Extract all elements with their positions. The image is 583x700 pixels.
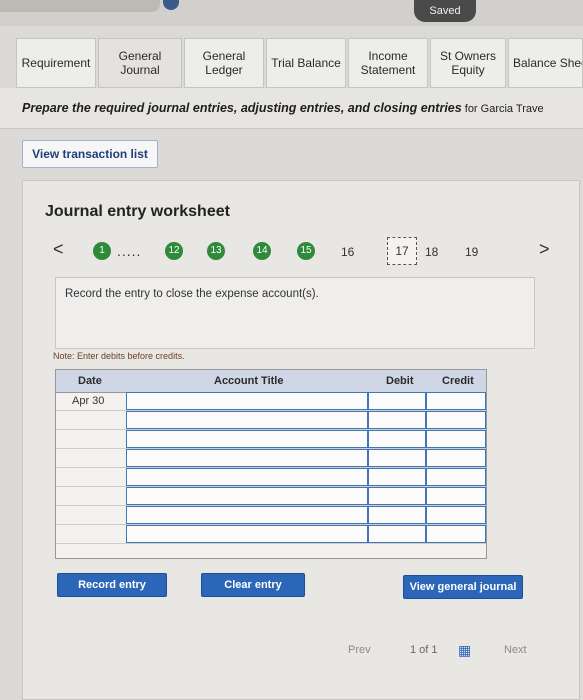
account-title-input[interactable] [126, 392, 368, 410]
credit-input[interactable] [426, 525, 486, 543]
account-title-input[interactable] [126, 525, 368, 543]
table-row [56, 468, 486, 487]
credit-input[interactable] [426, 430, 486, 448]
credit-input[interactable] [426, 392, 486, 410]
journal-entry-worksheet-panel: Journal entry worksheet < 1 ..... 12 13 … [22, 180, 580, 700]
debit-input[interactable] [368, 449, 426, 467]
grid-icon[interactable]: ▦ [458, 642, 471, 659]
page-title-stub [0, 0, 160, 12]
credit-header: Credit [442, 375, 474, 387]
credit-input[interactable] [426, 487, 486, 505]
credit-input[interactable] [426, 411, 486, 429]
account-title-header: Account Title [214, 375, 284, 387]
account-title-input[interactable] [126, 487, 368, 505]
clear-entry-button[interactable]: Clear entry [201, 573, 305, 597]
instruction-text: Prepare the required journal entries, ad… [22, 101, 462, 115]
debit-input[interactable] [368, 487, 426, 505]
table-row: Apr 30 [56, 392, 486, 411]
date-cell[interactable] [56, 449, 126, 467]
date-cell[interactable] [56, 468, 126, 486]
debit-input[interactable] [368, 430, 426, 448]
account-title-input[interactable] [126, 506, 368, 524]
journal-entry-table: Date Account Title Debit Credit Apr 30 [55, 369, 487, 559]
top-bar: Saved [0, 0, 583, 26]
view-transaction-list-button[interactable]: View transaction list [22, 140, 158, 168]
entry-step-14[interactable]: 14 [253, 242, 271, 260]
entry-step-16[interactable]: 16 [341, 245, 354, 259]
account-title-input[interactable] [126, 449, 368, 467]
instruction-banner: Prepare the required journal entries, ad… [0, 88, 583, 129]
record-entry-button[interactable]: Record entry [57, 573, 167, 597]
instruction-text-rest: for Garcia Trave [461, 103, 544, 115]
date-cell: Apr 30 [56, 392, 126, 410]
credit-input[interactable] [426, 468, 486, 486]
credit-input[interactable] [426, 506, 486, 524]
date-cell[interactable] [56, 525, 126, 543]
date-cell[interactable] [56, 506, 126, 524]
date-value: Apr 30 [72, 395, 105, 407]
date-cell[interactable] [56, 411, 126, 429]
account-title-input[interactable] [126, 411, 368, 429]
entry-step-15[interactable]: 15 [297, 242, 315, 260]
table-row [56, 449, 486, 468]
entry-step-18[interactable]: 18 [425, 245, 438, 259]
pager: Prev 1 of 1 ▦ Next [338, 640, 558, 662]
entry-step-12[interactable]: 12 [165, 242, 183, 260]
date-cell[interactable] [56, 487, 126, 505]
tab-st-owners-equity[interactable]: St Owners Equity [430, 38, 506, 88]
account-title-input[interactable] [126, 430, 368, 448]
debit-header: Debit [386, 375, 414, 387]
debit-input[interactable] [368, 392, 426, 410]
table-row [56, 430, 486, 449]
view-general-journal-button[interactable]: View general journal [403, 575, 523, 599]
entry-step-1[interactable]: 1 [93, 242, 111, 260]
tab-trial-balance[interactable]: Trial Balance [266, 38, 346, 88]
record-instruction-box: Record the entry to close the expense ac… [55, 277, 535, 349]
record-instruction-text: Record the entry to close the expense ac… [65, 288, 319, 300]
debit-input[interactable] [368, 468, 426, 486]
tab-requirement[interactable]: Requirement [16, 38, 96, 88]
account-title-input[interactable] [126, 468, 368, 486]
date-header: Date [78, 375, 102, 387]
tab-bar: Requirement General Journal General Ledg… [0, 38, 583, 88]
tab-income-statement[interactable]: Income Statement [348, 38, 428, 88]
entry-step-13[interactable]: 13 [207, 242, 225, 260]
table-header: Date Account Title Debit Credit [56, 370, 486, 393]
table-row [56, 506, 486, 525]
tab-balance-sheet[interactable]: Balance Shee [508, 38, 583, 88]
debit-input[interactable] [368, 506, 426, 524]
table-row [56, 487, 486, 506]
tab-general-journal[interactable]: General Journal [98, 38, 182, 88]
prev-entry-arrow-icon[interactable]: < [53, 239, 64, 260]
entry-step-19[interactable]: 19 [465, 245, 478, 259]
debit-credit-note: Note: Enter debits before credits. [53, 351, 185, 361]
credit-input[interactable] [426, 449, 486, 467]
pager-count: 1 of 1 [410, 644, 438, 656]
tab-general-ledger[interactable]: General Ledger [184, 38, 264, 88]
entry-step-17-current[interactable]: 17 [387, 237, 417, 265]
title-badge [163, 0, 179, 10]
worksheet-title: Journal entry worksheet [45, 203, 230, 220]
table-row [56, 525, 486, 544]
date-cell[interactable] [56, 430, 126, 448]
entry-steps-ellipsis: ..... [117, 243, 142, 259]
pager-prev[interactable]: Prev [348, 644, 371, 656]
saved-status: Saved [414, 0, 476, 22]
next-entry-arrow-icon[interactable]: > [539, 239, 550, 260]
pager-next[interactable]: Next [504, 644, 527, 656]
debit-input[interactable] [368, 411, 426, 429]
table-row [56, 411, 486, 430]
entry-navigation: < 1 ..... 12 13 14 15 16 17 18 19 > [47, 237, 557, 265]
debit-input[interactable] [368, 525, 426, 543]
